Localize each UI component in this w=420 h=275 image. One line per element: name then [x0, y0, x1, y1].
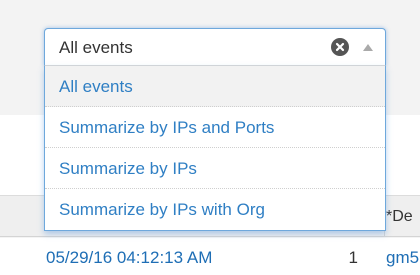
- option-summarize-ips[interactable]: Summarize by IPs: [45, 148, 385, 189]
- option-summarize-ips-ports[interactable]: Summarize by IPs and Ports: [45, 107, 385, 148]
- column-header-partial[interactable]: *De: [386, 208, 413, 226]
- host-link[interactable]: gm5: [386, 248, 419, 268]
- option-summarize-ips-org[interactable]: Summarize by IPs with Org: [45, 189, 385, 230]
- option-label: Summarize by IPs: [59, 159, 197, 178]
- option-label: Summarize by IPs and Ports: [59, 118, 275, 137]
- option-label: Summarize by IPs with Org: [59, 200, 265, 219]
- caret-up-icon[interactable]: [363, 44, 373, 51]
- option-all-events[interactable]: All events: [45, 66, 385, 107]
- event-time-link[interactable]: 05/29/16 04:12:13 AM: [46, 248, 212, 268]
- event-count: 1: [348, 248, 358, 267]
- table-row: 05/29/16 04:12:13 AM 1 gm5: [0, 238, 420, 275]
- clear-selection-icon[interactable]: [331, 38, 349, 56]
- dropdown-menu: All events Summarize by IPs and Ports Su…: [44, 66, 386, 231]
- selected-value: All events: [59, 38, 133, 57]
- event-summary-select[interactable]: All events: [44, 28, 386, 66]
- option-label: All events: [59, 77, 133, 96]
